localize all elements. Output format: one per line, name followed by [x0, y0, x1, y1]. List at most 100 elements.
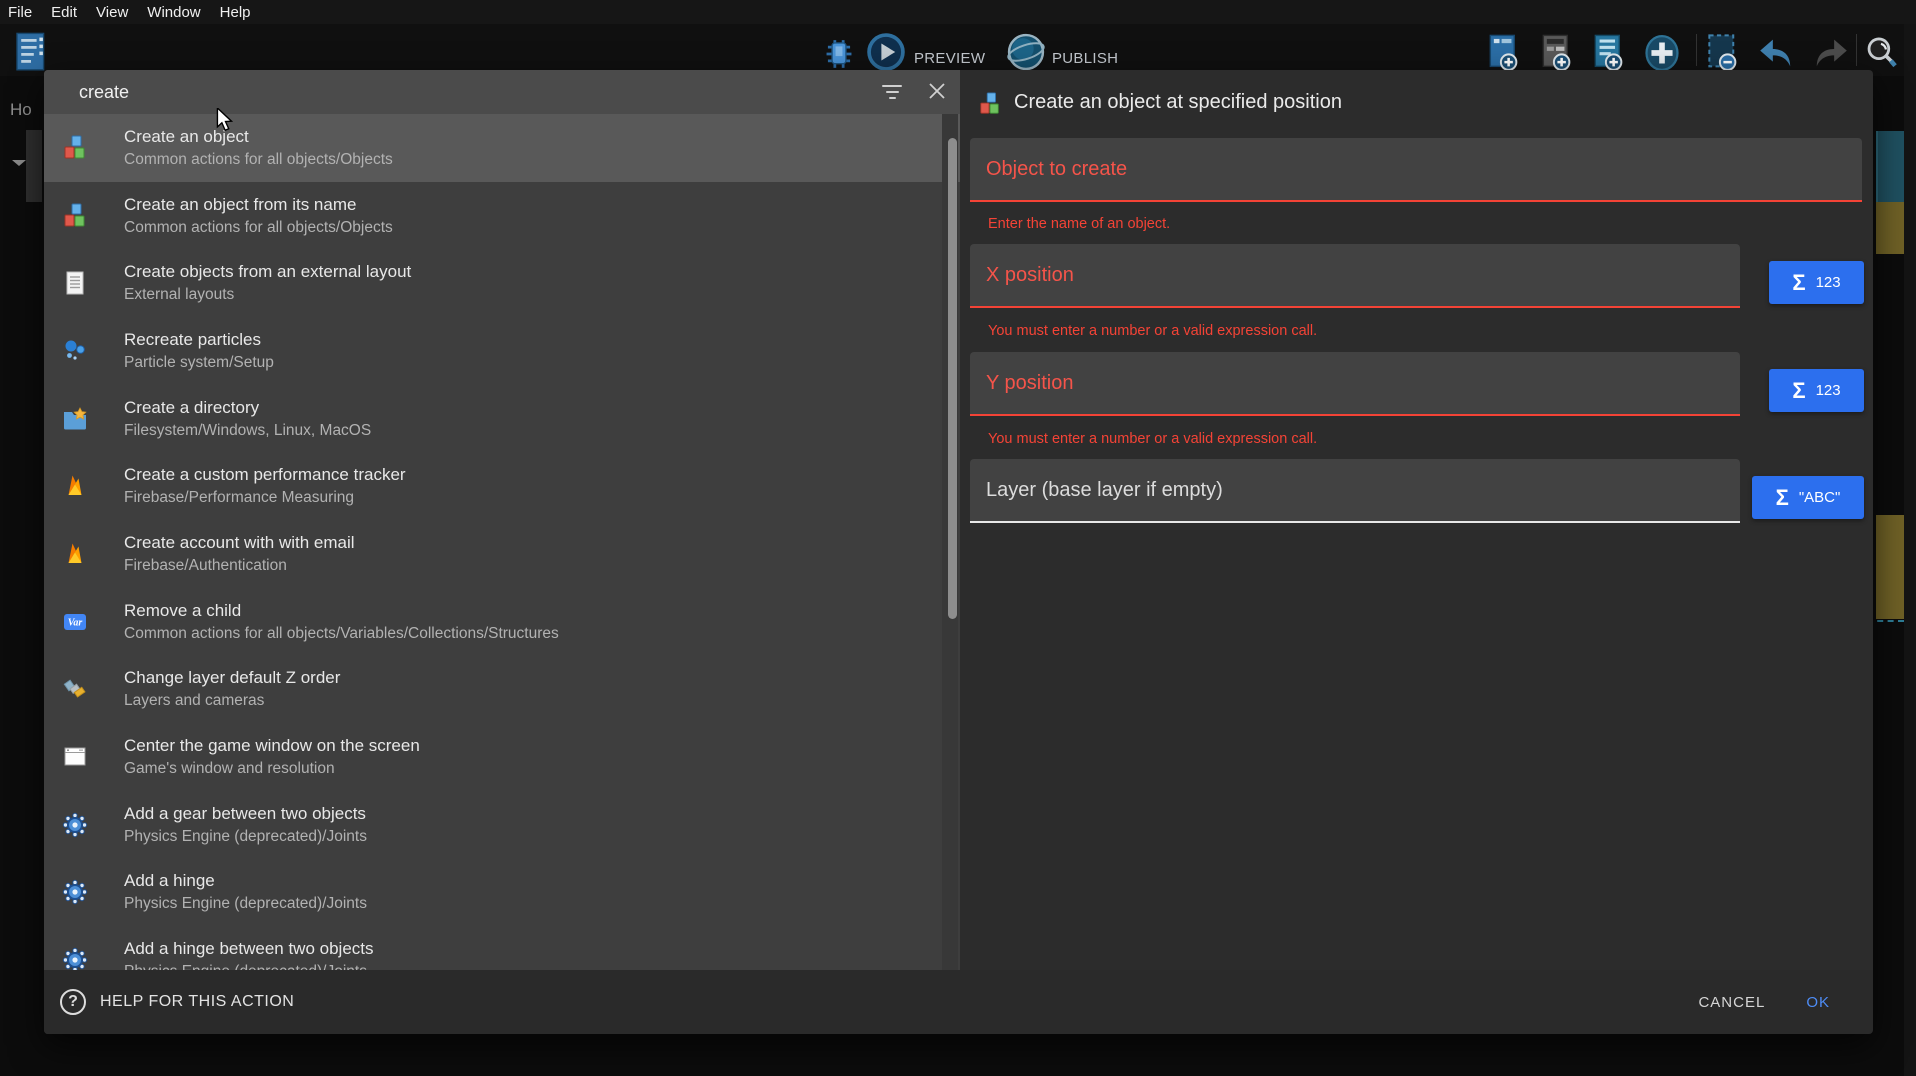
filter-icon[interactable]	[876, 78, 908, 106]
x-expression-button[interactable]: Σ 123	[1769, 261, 1864, 304]
action-group-path: Firebase/Authentication	[124, 555, 355, 577]
action-list: Create an object Common actions for all …	[44, 114, 960, 970]
firebase-flame-icon	[62, 473, 88, 499]
action-list-item[interactable]: Add a hinge between two objects Physics …	[44, 926, 960, 970]
x-position-input[interactable]	[970, 244, 1740, 306]
action-parameters-pane: Create an object at specified position E…	[960, 70, 1873, 970]
action-title: Recreate particles	[124, 328, 274, 352]
background-tab-home: Ho	[10, 100, 32, 120]
object-to-create-field[interactable]	[970, 138, 1862, 202]
action-group-path: Common actions for all objects/Objects	[124, 149, 393, 171]
firebase-flame-icon	[62, 541, 88, 567]
action-list-item[interactable]: Create account with with email Firebase/…	[44, 520, 960, 588]
x-error-text: You must enter a number or a valid expre…	[988, 323, 1317, 339]
y-position-input[interactable]	[970, 352, 1740, 414]
panel-title: Create an object at specified position	[1014, 91, 1342, 114]
action-search-pane: Create an object Common actions for all …	[44, 70, 960, 1034]
toolbar-separator	[1696, 34, 1697, 66]
object-to-create-input[interactable]	[970, 138, 1862, 200]
layer-field[interactable]	[970, 459, 1740, 523]
action-group-path: Firebase/Performance Measuring	[124, 487, 406, 509]
menu-edit[interactable]: Edit	[51, 4, 77, 21]
chevron-down-icon	[12, 160, 26, 166]
physics-gear-icon	[62, 812, 88, 838]
game-window-icon	[62, 744, 88, 770]
action-group-path: Layers and cameras	[124, 690, 340, 712]
action-title: Change layer default Z order	[124, 666, 340, 690]
particles-icon	[62, 338, 88, 364]
close-icon[interactable]	[921, 76, 953, 108]
action-title: Create a custom performance tracker	[124, 463, 406, 487]
action-list-item[interactable]: Create an object from its name Common ac…	[44, 182, 960, 250]
action-editor-dialog: Create an object Common actions for all …	[44, 70, 1873, 1034]
object-helper-text: Enter the name of an object.	[988, 216, 1170, 232]
background-panel-fragment	[26, 130, 42, 202]
action-title: Center the game window on the screen	[124, 734, 420, 758]
sigma-icon: Σ	[1792, 380, 1805, 402]
help-icon: ?	[60, 989, 86, 1015]
preview-button[interactable]: PREVIEW	[914, 50, 985, 67]
x-position-field[interactable]	[970, 244, 1740, 308]
toolbar-separator	[1856, 34, 1857, 66]
action-title: Add a gear between two objects	[124, 802, 367, 826]
project-manager-icon[interactable]	[14, 32, 48, 79]
action-title: Create account with with email	[124, 531, 355, 555]
menu-window[interactable]: Window	[147, 4, 200, 21]
action-group-path: Physics Engine (deprecated)/Joints	[124, 893, 367, 915]
cancel-button[interactable]: CANCEL	[1698, 994, 1765, 1011]
background-olive-strip	[1876, 515, 1904, 619]
action-list-item[interactable]: Var Remove a child Common actions for al…	[44, 588, 960, 656]
action-group-path: Game's window and resolution	[124, 758, 420, 780]
publish-button[interactable]: PUBLISH	[1052, 50, 1118, 67]
action-list-item[interactable]: Center the game window on the screen Gam…	[44, 723, 960, 791]
var-badge-icon: Var	[62, 609, 88, 635]
menu-view[interactable]: View	[96, 4, 128, 21]
action-title: Create a directory	[124, 396, 371, 420]
help-button[interactable]: ? HELP FOR THIS ACTION	[60, 989, 294, 1015]
y-expression-button[interactable]: Σ 123	[1769, 369, 1864, 412]
action-group-path: Filesystem/Windows, Linux, MacOS	[124, 420, 371, 442]
undo-icon[interactable]	[1757, 38, 1795, 73]
action-list-item[interactable]: Add a gear between two objects Physics E…	[44, 791, 960, 859]
list-scrollbar-thumb[interactable]	[948, 138, 957, 619]
panel-title-icon	[978, 92, 1002, 116]
layer-input[interactable]	[970, 459, 1740, 521]
action-group-path: Physics Engine (deprecated)/Joints	[124, 826, 367, 848]
action-list-item[interactable]: Change layer default Z order Layers and …	[44, 656, 960, 724]
layer-expression-button[interactable]: Σ "ABC"	[1752, 476, 1864, 519]
action-group-path: Common actions for all objects/Objects	[124, 217, 393, 239]
svg-text:Var: Var	[68, 617, 83, 628]
action-list-item[interactable]: Add a hinge Physics Engine (deprecated)/…	[44, 859, 960, 927]
menu-bar: File Edit View Window Help	[0, 0, 1916, 24]
action-group-path: Common actions for all objects/Variables…	[124, 623, 559, 645]
action-list-item[interactable]: Create an object Common actions for all …	[44, 114, 960, 182]
action-group-path: External layouts	[124, 284, 411, 306]
folder-star-icon	[62, 406, 88, 432]
action-list-item[interactable]: Create a directory Filesystem/Windows, L…	[44, 385, 960, 453]
action-list-item[interactable]: Create objects from an external layout E…	[44, 249, 960, 317]
background-edge-column	[1904, 24, 1916, 1076]
action-title: Create an object from its name	[124, 193, 393, 217]
menu-help[interactable]: Help	[220, 4, 251, 21]
ok-button[interactable]: OK	[1806, 994, 1830, 1011]
search-bar	[44, 70, 960, 114]
background-teal-strip	[1876, 131, 1904, 202]
main-toolbar: PREVIEW PUBLISH	[0, 24, 1916, 76]
action-title: Add a hinge between two objects	[124, 937, 374, 961]
app-screen: File Edit View Window Help PREVIEW PUBLI…	[0, 0, 1916, 1076]
external-layout-icon	[62, 270, 88, 296]
menu-file[interactable]: File	[8, 4, 32, 21]
layers-icon	[62, 676, 88, 702]
redo-icon[interactable]	[1812, 38, 1850, 73]
search-input[interactable]	[79, 70, 849, 114]
action-list-item[interactable]: Create a custom performance tracker Fire…	[44, 452, 960, 520]
objects-cubes-icon	[62, 203, 88, 229]
y-position-field[interactable]	[970, 352, 1740, 416]
y-error-text: You must enter a number or a valid expre…	[988, 431, 1317, 447]
action-title: Remove a child	[124, 599, 559, 623]
action-list-item[interactable]: Recreate particles Particle system/Setup	[44, 317, 960, 385]
objects-cubes-icon	[62, 135, 88, 161]
sigma-icon: Σ	[1792, 272, 1805, 294]
action-title: Create an object	[124, 125, 393, 149]
dialog-footer: ? HELP FOR THIS ACTION CANCEL OK	[44, 970, 1873, 1034]
